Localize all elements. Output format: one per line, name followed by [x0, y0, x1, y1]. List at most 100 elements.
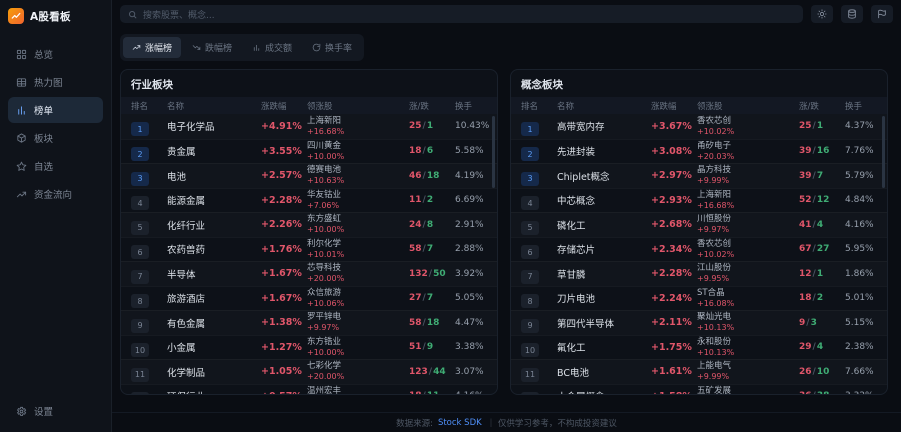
sidebar-item-grid[interactable]: 总览	[8, 41, 103, 67]
tab-换手率[interactable]: 换手率	[303, 37, 361, 58]
table-row[interactable]: 6存储芯片+2.34%香农芯创+10.02%67/275.95%	[511, 237, 887, 262]
table-row[interactable]: 1电子化学品+4.91%上海新阳+16.68%25/110.43%	[121, 114, 497, 139]
concept-sectors-panel: 概念板块 排名名称涨跌幅领涨股涨/跌换手 1高带宽内存+3.67%香农芯创+10…	[510, 69, 888, 395]
column-header: 换手	[455, 100, 497, 112]
leader-stock-name: 七彩化学	[307, 362, 409, 372]
sidebar-item-star[interactable]: 自选	[8, 153, 103, 179]
rank-badge: 7	[521, 270, 539, 284]
leader-stock: 上能电气+9.99%	[697, 362, 799, 381]
sector-name: 先进封装	[557, 144, 651, 158]
table-row[interactable]: 4能源金属+2.28%华友钴业+7.06%11/26.69%	[121, 188, 497, 213]
up-down-count: 11/2	[409, 195, 455, 205]
leader-stock-name: 聚灿光电	[697, 313, 799, 323]
table-row[interactable]: 3Chiplet概念+2.97%晶方科技+9.99%39/75.79%	[511, 163, 887, 188]
scrollbar-thumb[interactable]	[882, 116, 885, 188]
leader-stock-name: 上海新阳	[697, 191, 799, 201]
table-row[interactable]: 10氟化工+1.75%永和股份+10.13%29/42.38%	[511, 335, 887, 360]
table-row[interactable]: 11BC电池+1.61%上能电气+9.99%26/107.66%	[511, 359, 887, 384]
theme-toggle-button[interactable]	[811, 5, 833, 23]
sidebar-item-trending[interactable]: 资金流向	[8, 181, 103, 207]
leader-stock-name: 四川黄金	[307, 142, 409, 152]
down-count: 4	[817, 342, 823, 352]
table-header: 排名名称涨跌幅领涨股涨/跌换手	[121, 97, 497, 114]
table-row[interactable]: 3电池+2.57%德赛电池+10.63%46/184.19%	[121, 163, 497, 188]
sector-change: +1.61%	[651, 366, 697, 377]
tab-成交额[interactable]: 成交额	[243, 37, 301, 58]
table-row[interactable]: 7草甘膦+2.28%江山股份+9.95%12/11.86%	[511, 261, 887, 286]
leader-stock-name: 香农芯创	[697, 240, 799, 250]
table-row[interactable]: 12小金属概念+1.58%五矿发展+10.00%36/383.32%	[511, 384, 887, 395]
trending-icon	[16, 189, 27, 200]
sidebar-item-table[interactable]: 热力图	[8, 69, 103, 95]
rank-cell: 12	[131, 387, 167, 395]
tab-涨幅榜[interactable]: 涨幅榜	[123, 37, 181, 58]
sector-name: 化纤行业	[167, 218, 261, 232]
up-down-count: 24/8	[409, 220, 455, 230]
rank-badge: 10	[131, 343, 149, 357]
sidebar-item-label: 自选	[34, 159, 53, 173]
turnover-rate: 5.95%	[845, 244, 887, 254]
turnover-rate: 2.88%	[455, 244, 497, 254]
up-count: 39	[799, 171, 812, 181]
column-header: 涨/跌	[799, 100, 845, 112]
sidebar-item-bar-chart[interactable]: 榜单	[8, 97, 103, 123]
data-source-button[interactable]	[841, 5, 863, 23]
turnover-rate: 4.37%	[845, 121, 887, 131]
column-header: 排名	[521, 100, 557, 112]
sector-change: +2.97%	[651, 170, 697, 181]
leader-stock-change: +10.01%	[307, 250, 409, 259]
scrollbar-thumb[interactable]	[492, 116, 495, 188]
search-icon	[128, 10, 137, 19]
table-row[interactable]: 2先进封装+3.08%甬矽电子+20.03%39/167.76%	[511, 139, 887, 164]
flag-icon	[877, 9, 887, 19]
tab-跌幅榜[interactable]: 跌幅榜	[183, 37, 241, 58]
table-row[interactable]: 4中芯概念+2.93%上海新阳+16.68%52/124.84%	[511, 188, 887, 213]
leader-stock-change: +10.06%	[307, 299, 409, 308]
sector-name: 存储芯片	[557, 242, 651, 256]
table-row[interactable]: 5磷化工+2.68%川恒股份+9.97%41/44.16%	[511, 212, 887, 237]
table-row[interactable]: 10小金属+1.27%东方锆业+10.00%51/93.38%	[121, 335, 497, 360]
rank-badge: 12	[521, 392, 539, 394]
app-title: A股看板	[30, 9, 71, 24]
down-count: 1	[427, 121, 433, 131]
table-row[interactable]: 8旅游酒店+1.67%众信旅游+10.06%27/75.05%	[121, 286, 497, 311]
sector-change: +2.26%	[261, 219, 307, 230]
up-down-count: 27/7	[409, 293, 455, 303]
flag-button[interactable]	[871, 5, 893, 23]
search-input[interactable]: 搜索股票、概念...	[120, 5, 803, 23]
table-row[interactable]: 1高带宽内存+3.67%香农芯创+10.02%25/14.37%	[511, 114, 887, 139]
up-count: 29	[799, 342, 812, 352]
sector-change: +1.05%	[261, 366, 307, 377]
sector-change: +2.28%	[261, 195, 307, 206]
table-row[interactable]: 8刀片电池+2.24%ST合晶+16.08%18/25.01%	[511, 286, 887, 311]
sidebar-item-label: 设置	[34, 404, 53, 418]
up-down-count: 26/10	[799, 367, 845, 377]
tab-label: 换手率	[325, 41, 352, 54]
up-count: 18	[409, 146, 422, 156]
up-count: 12	[799, 269, 812, 279]
sidebar-item-blocks[interactable]: 板块	[8, 125, 103, 151]
table-row[interactable]: 11化学制品+1.05%七彩化学+20.00%123/443.07%	[121, 359, 497, 384]
down-count: 18	[427, 318, 440, 328]
footer-source-link[interactable]: Stock SDK	[438, 418, 482, 428]
table-row[interactable]: 5化纤行业+2.26%东方盛虹+10.00%24/82.91%	[121, 212, 497, 237]
leader-stock-change: +9.99%	[697, 372, 799, 381]
table-row[interactable]: 9第四代半导体+2.11%聚灿光电+10.13%9/35.15%	[511, 310, 887, 335]
rank-cell: 10	[521, 338, 557, 358]
table-row[interactable]: 7半导体+1.67%芯导科技+20.00%132/503.92%	[121, 261, 497, 286]
leader-stock: 甬矽电子+20.03%	[697, 142, 799, 161]
table-row[interactable]: 12环保行业+0.57%温州宏丰+10.02%18/114.16%	[121, 384, 497, 395]
sidebar-item-settings[interactable]: 设置	[8, 398, 103, 424]
sector-name: 高带宽内存	[557, 119, 651, 133]
table-row[interactable]: 6农药兽药+1.76%利尔化学+10.01%58/72.88%	[121, 237, 497, 262]
table-row[interactable]: 9有色金属+1.38%罗平锌电+9.97%58/184.47%	[121, 310, 497, 335]
sector-change: +1.67%	[261, 268, 307, 279]
leader-stock-change: +10.02%	[697, 127, 799, 136]
table-row[interactable]: 2贵金属+3.55%四川黄金+10.00%18/65.58%	[121, 139, 497, 164]
up-down-count: 39/16	[799, 146, 845, 156]
leader-stock-name: 德赛电池	[307, 166, 409, 176]
down-count: 7	[817, 171, 823, 181]
leader-stock-change: +9.97%	[307, 323, 409, 332]
leader-stock: 晶方科技+9.99%	[697, 166, 799, 185]
rank-badge: 2	[521, 147, 539, 161]
